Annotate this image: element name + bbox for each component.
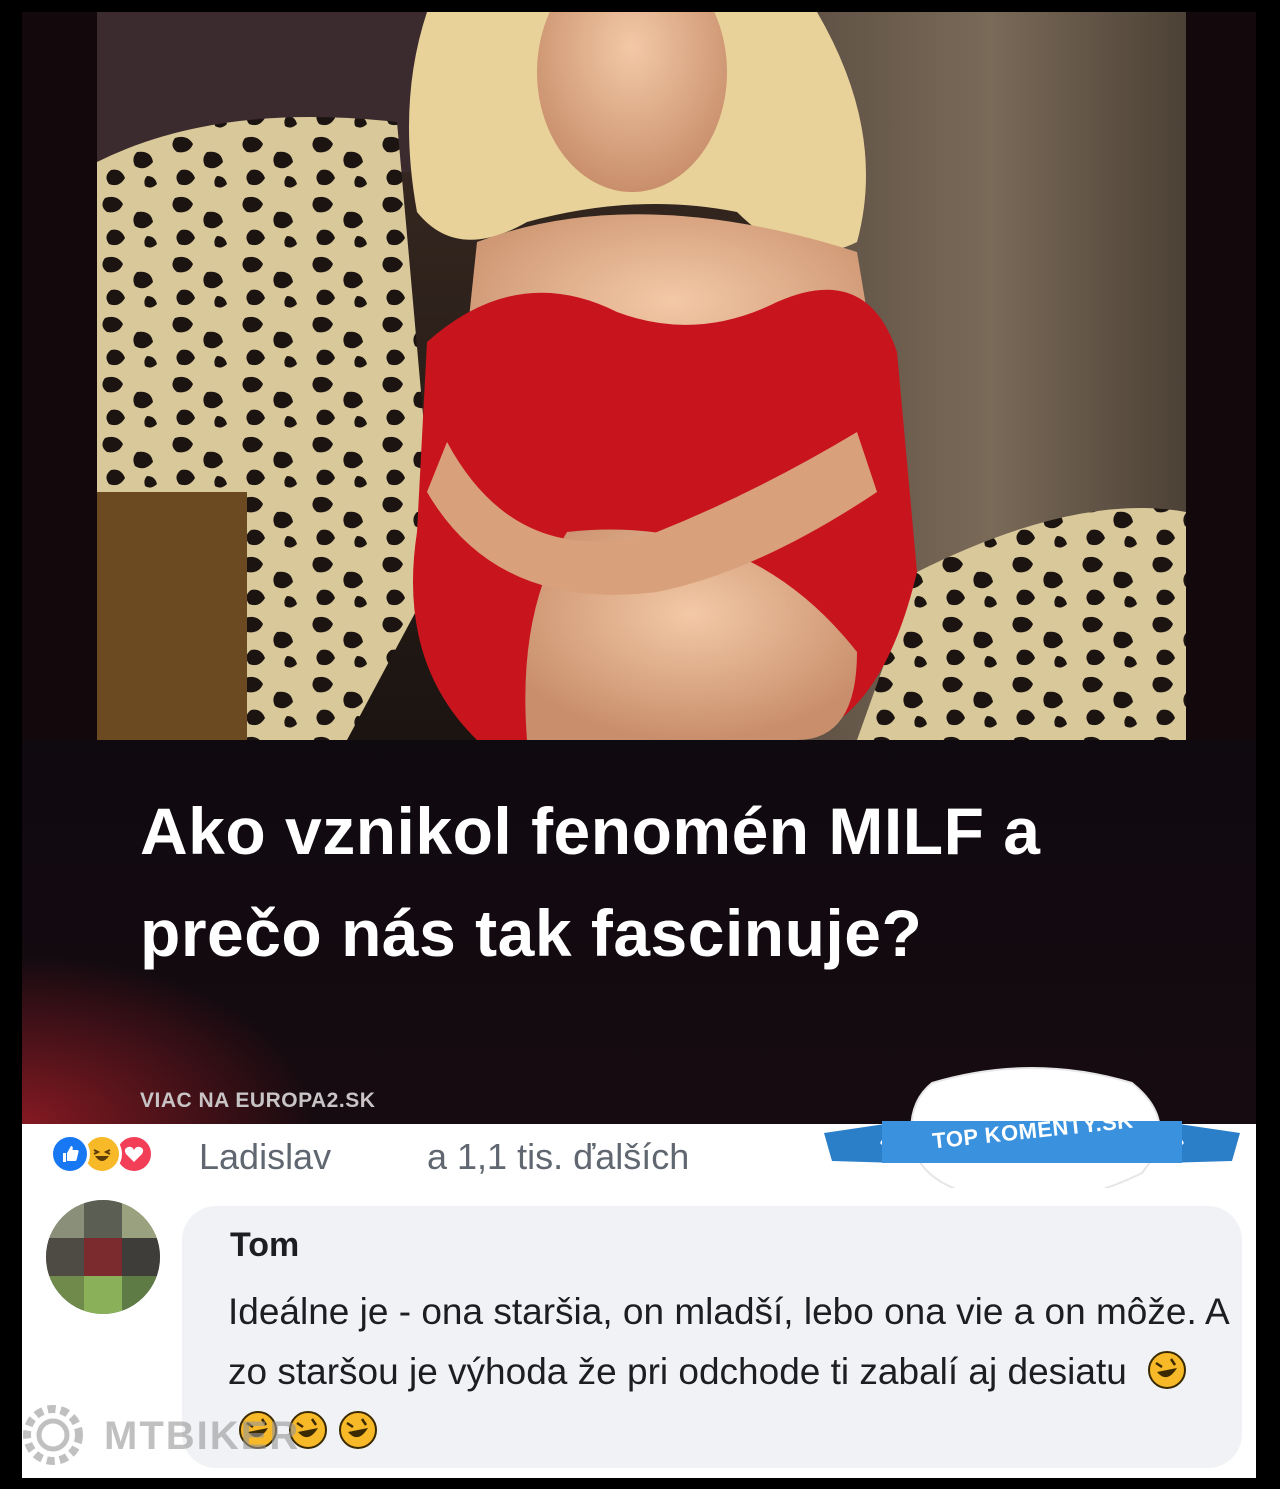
reactor-count[interactable]: a 1,1 tis. ďalších xyxy=(427,1136,689,1178)
comment-bubble: Tom Ideálne je - ona staršia, on mladší,… xyxy=(182,1206,1242,1468)
mtbiker-watermark: MTBIKER xyxy=(18,1400,338,1470)
post-photo xyxy=(97,12,1186,740)
gear-icon xyxy=(23,1405,83,1465)
rolling-on-floor-laughing-emoji xyxy=(338,1408,378,1449)
comment-text: Ideálne je - ona staršia, on mladší, leb… xyxy=(228,1282,1228,1462)
comment-avatar[interactable] xyxy=(46,1200,160,1314)
post-image-card[interactable]: Ako vznikol fenomén MILF a prečo nás tak… xyxy=(22,12,1256,1124)
reactor-name[interactable]: Ladislav xyxy=(199,1136,331,1178)
comment-body: Ideálne je - ona staršia, on mladší, leb… xyxy=(228,1291,1228,1392)
like-icon xyxy=(50,1134,90,1174)
comment-author[interactable]: Tom xyxy=(230,1226,299,1265)
photo-illustration xyxy=(97,12,1186,740)
post-headline[interactable]: Ako vznikol fenomén MILF a prečo nás tak… xyxy=(140,780,1100,984)
reaction-icons[interactable] xyxy=(50,1134,210,1174)
rolling-on-floor-laughing-emoji xyxy=(1147,1348,1187,1389)
source-link[interactable]: VIAC NA EUROPA2.SK xyxy=(140,1089,375,1113)
watermark-text: MTBIKER xyxy=(104,1414,301,1458)
screenshot-frame: Ako vznikol fenomén MILF a prečo nás tak… xyxy=(0,0,1280,1489)
